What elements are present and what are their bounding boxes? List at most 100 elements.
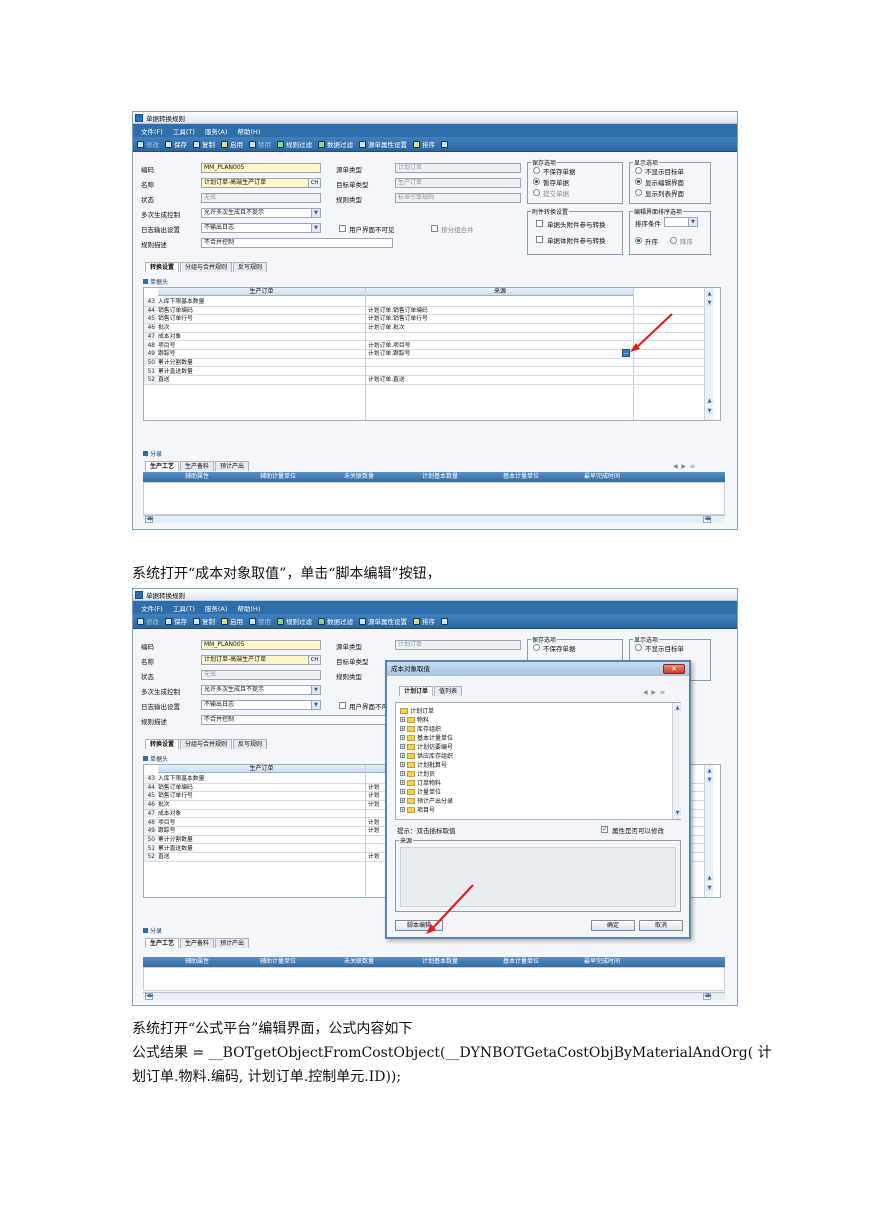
log-select[interactable]: 不输出日志 ▼ (201, 700, 321, 710)
source-field-cell[interactable]: 计划 (368, 853, 380, 861)
pin-button[interactable] (441, 617, 448, 625)
table-row[interactable]: 49 跟踪号 计划订单.跟踪号 (144, 350, 704, 359)
close-icon[interactable]: ✕ (663, 664, 685, 674)
source-field-cell[interactable]: 计划订单.销售订单行号 (368, 315, 428, 323)
tree-node[interactable]: + 计划批算号 (400, 760, 447, 769)
expand-icon[interactable]: + (400, 798, 405, 803)
tree-node[interactable]: + 计划仿要编号 (400, 742, 453, 751)
show-none-radio[interactable] (635, 167, 642, 174)
show-none-radio[interactable] (635, 644, 642, 651)
code-field[interactable]: MM_PLAN005 (201, 163, 321, 173)
table-row[interactable]: 51 累计直送数量 (144, 367, 704, 377)
disable-button[interactable]: 禁用 (249, 139, 271, 149)
editable-checkbox[interactable] (601, 825, 608, 833)
menu-file[interactable]: 文件(F) (141, 603, 163, 613)
table-row[interactable]: 45 销售订单行号 计划订单.销售订单行号 (144, 315, 704, 324)
menu-service[interactable]: 服务(A) (205, 603, 228, 613)
tree-node[interactable]: + 基本计量单位 (400, 733, 453, 742)
expand-icon[interactable]: + (400, 717, 405, 722)
table-row[interactable]: 47 成本对象 (144, 332, 704, 342)
table-row[interactable]: 44 销售订单编码 计划订单.销售订单编码 (144, 306, 704, 316)
tab-writeback[interactable]: 反写规则 (233, 262, 268, 272)
desc-field[interactable]: 不合并控制 (201, 715, 393, 725)
ok-button[interactable]: 确定 (591, 920, 635, 931)
expand-icon[interactable]: + (400, 726, 405, 731)
tab-conversion[interactable]: 转换设置 (145, 739, 180, 749)
show-edit-radio[interactable] (635, 178, 642, 185)
tab-materials[interactable]: 生产备料 (180, 938, 215, 948)
source-field-cell[interactable]: 计划订单.销售订单编码 (368, 307, 428, 315)
sort-desc-radio[interactable] (670, 237, 677, 244)
tab-group-merge[interactable]: 分组与合并规则 (180, 739, 233, 749)
h-scrollbar[interactable]: ◀▶ ◀▶ (143, 992, 725, 1000)
tree-node[interactable]: + 项目号 (400, 805, 435, 814)
save-button[interactable]: 保存 (165, 139, 187, 149)
save-none-radio[interactable] (533, 167, 540, 174)
rule-filter-button[interactable]: 规则过滤 (277, 616, 312, 626)
copy-button[interactable]: 复制 (193, 139, 215, 149)
menu-tools[interactable]: 工具(T) (173, 126, 195, 136)
expand-icon[interactable]: + (400, 753, 405, 758)
expand-icon[interactable]: + (400, 771, 405, 776)
data-filter-button[interactable]: 数据过滤 (318, 616, 353, 626)
save-none-radio[interactable] (533, 644, 540, 651)
h-scrollbar[interactable]: ◀▶ ◀▶ (143, 515, 725, 523)
sort-button[interactable]: 排序 (413, 139, 435, 149)
name-field[interactable]: 计划订单-高端生产订单 CH (201, 655, 321, 665)
grid-scrollbar[interactable]: ▲ ▼ ▲ ▼ (704, 288, 713, 420)
tab-materials[interactable]: 生产备料 (180, 461, 215, 471)
rule-filter-button[interactable]: 规则过滤 (277, 139, 312, 149)
edit-button[interactable]: 修改 (137, 139, 159, 149)
multi-gen-select[interactable]: 允许多次生成且不提示 ▼ (201, 208, 321, 218)
tree-node[interactable]: + 供应库存组织 (400, 751, 453, 760)
tab-output[interactable]: 预计产出 (215, 938, 250, 948)
grid-scrollbar[interactable]: ▲ ▼ ▲ ▼ (704, 765, 713, 897)
expand-icon[interactable]: + (400, 780, 405, 785)
ui-invisible-checkbox[interactable] (339, 702, 346, 709)
ui-invisible-checkbox[interactable] (339, 225, 346, 232)
sort-cond-select[interactable]: ▼ (664, 217, 698, 227)
tree-node[interactable]: + 计量单位 (400, 787, 441, 796)
show-list-radio[interactable] (635, 189, 642, 196)
copy-button[interactable]: 复制 (193, 616, 215, 626)
menu-help[interactable]: 帮助(H) (237, 603, 260, 613)
source-field-cell[interactable]: 计划订单.跟踪号 (368, 350, 410, 358)
code-field[interactable]: MM_PLAN005 (201, 640, 321, 650)
enable-button[interactable]: 启用 (221, 139, 243, 149)
menu-tools[interactable]: 工具(T) (173, 603, 195, 613)
tab-group-merge[interactable]: 分组与合并规则 (180, 262, 233, 272)
cancel-button[interactable]: 取消 (639, 920, 683, 931)
tab-output[interactable]: 预计产出 (215, 461, 250, 471)
tab-nav-icons[interactable]: ◀ ▶ ≡ (673, 463, 695, 470)
log-select[interactable]: 不输出日志 ▼ (201, 223, 321, 233)
tree-node[interactable]: + 订单物料 (400, 778, 441, 787)
tree-node[interactable]: + 计划员 (400, 769, 435, 778)
tab-conversion[interactable]: 转换设置 (145, 262, 180, 272)
table-row[interactable]: 50 累计分割数量 (144, 358, 704, 368)
tree-root[interactable]: 计划订单 (400, 706, 434, 715)
source-field-cell[interactable]: 计划订单.项目号 (368, 342, 410, 350)
multi-gen-select[interactable]: 允许多次生成且不提示 ▼ (201, 685, 321, 695)
tab-process[interactable]: 生产工艺 (145, 938, 180, 948)
source-attr-button[interactable]: 源单属性设置 (359, 139, 407, 149)
expand-icon[interactable]: + (400, 744, 405, 749)
pin-button[interactable] (441, 140, 448, 148)
sort-button[interactable]: 排序 (413, 616, 435, 626)
source-field-cell[interactable]: 计划 (368, 784, 380, 792)
tab-nav-icons[interactable]: ◀ ▶ ≡ (643, 689, 665, 696)
menu-help[interactable]: 帮助(H) (237, 126, 260, 136)
expand-icon[interactable]: + (400, 807, 405, 812)
source-attr-button[interactable]: 源单属性设置 (359, 616, 407, 626)
edit-button[interactable]: 修改 (137, 616, 159, 626)
expand-icon[interactable]: + (400, 735, 405, 740)
group-merge-checkbox[interactable] (431, 225, 438, 232)
attach-head-checkbox[interactable] (536, 220, 543, 227)
tree-node[interactable]: + 预计产出分录 (400, 796, 453, 805)
menu-service[interactable]: 服务(A) (205, 126, 228, 136)
tree-node[interactable]: + 物料 (400, 715, 429, 724)
source-field-cell[interactable]: 计划 (368, 819, 380, 827)
table-row[interactable]: 43 入库下限基本数量 (144, 298, 704, 307)
sort-asc-radio[interactable] (635, 237, 642, 244)
expand-icon[interactable]: + (400, 789, 405, 794)
source-field-cell[interactable]: 计划订单.批次 (368, 324, 405, 332)
